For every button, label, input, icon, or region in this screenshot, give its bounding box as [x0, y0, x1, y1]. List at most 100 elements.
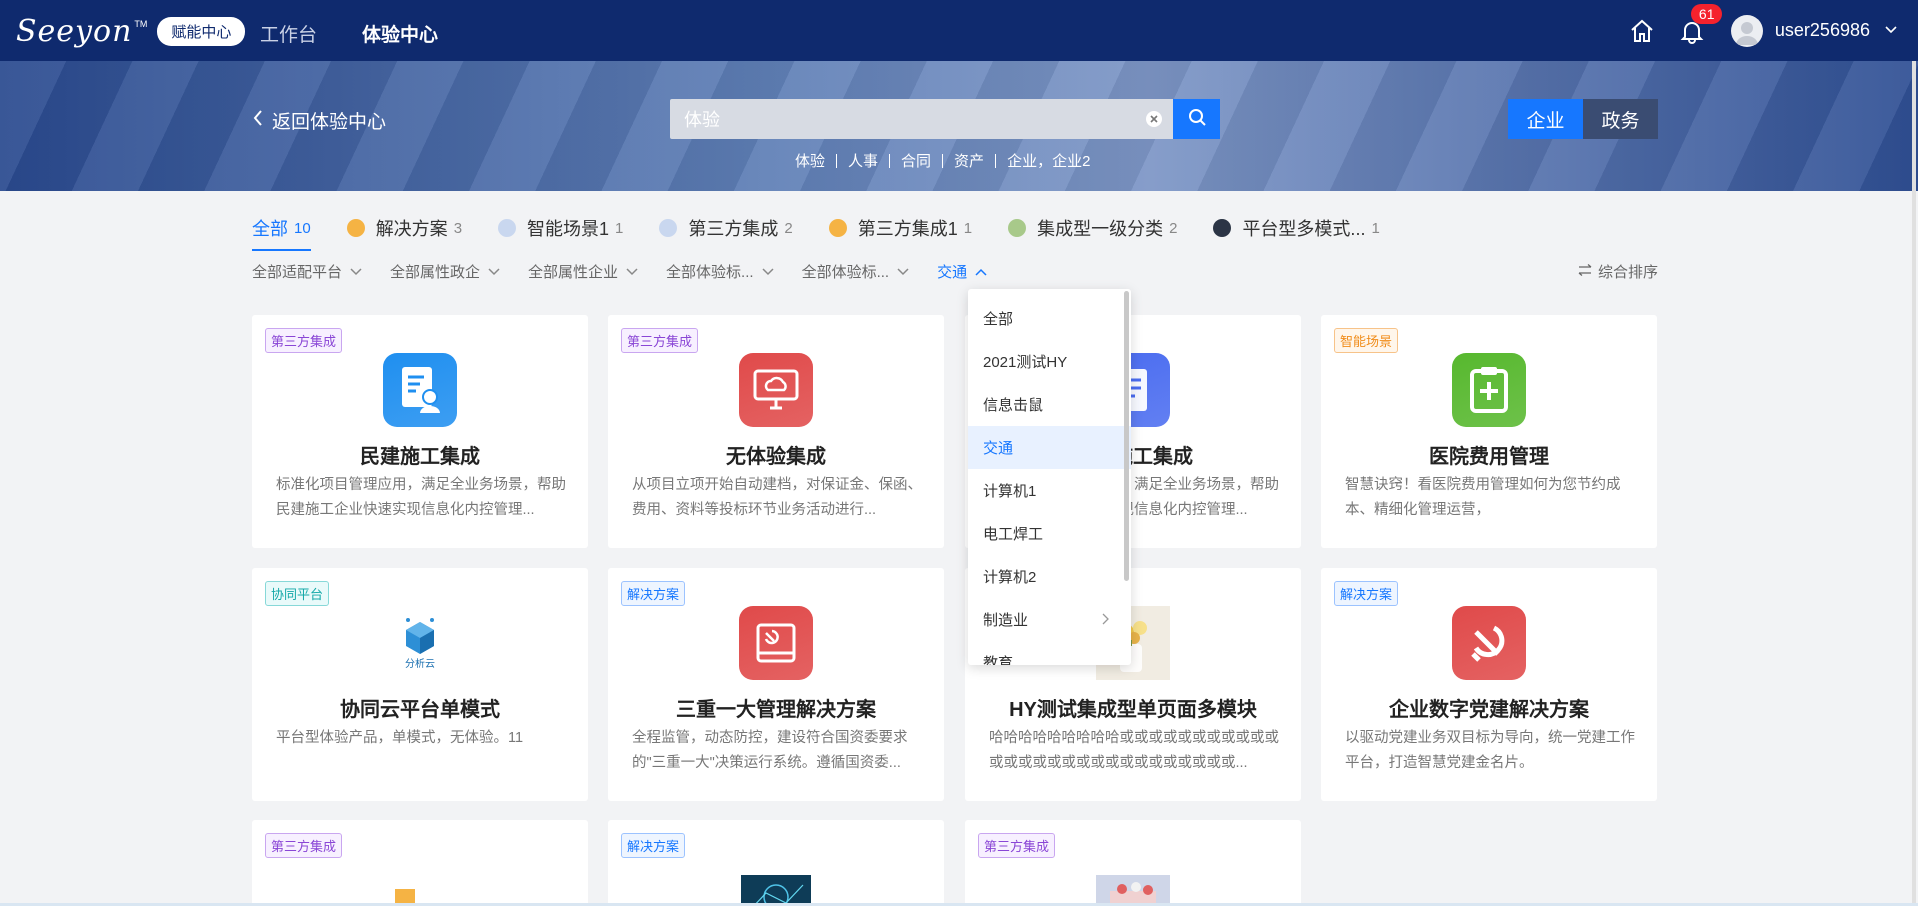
dropdown-option[interactable]: 信息击鼠	[968, 383, 1131, 426]
filter-dropdown[interactable]: 全部属性企业	[528, 261, 638, 282]
cloud-monitor-icon	[739, 353, 813, 427]
hot-tag[interactable]: 人事	[848, 150, 878, 171]
card-category-tag: 协同平台	[265, 581, 330, 606]
category-tab[interactable]: 第三方集成1 1	[828, 215, 972, 241]
chevron-down-icon	[488, 263, 500, 280]
hot-tag[interactable]: 企业，企业2	[1007, 150, 1090, 171]
dropdown-option[interactable]: 计算机1	[968, 469, 1131, 512]
filter-dropdown[interactable]: 全部属性政企	[390, 261, 500, 282]
back-link-label: 返回体验中心	[272, 112, 387, 133]
category-tab-count: 1	[1371, 219, 1380, 237]
card-category-tag: 解决方案	[621, 833, 686, 858]
svg-text:分析云: 分析云	[405, 657, 435, 670]
hot-tag[interactable]: 资产	[954, 150, 984, 171]
sort-icon	[1578, 263, 1592, 280]
experience-card[interactable]: 第三方集成民建施工集成标准化项目管理应用，满足全业务场景，帮助民建施工企业快速实…	[252, 315, 588, 548]
filter-label: 全部适配平台	[252, 264, 343, 281]
experience-card[interactable]: 第三方集成	[252, 820, 588, 906]
user-avatar[interactable]	[1730, 14, 1763, 47]
dropdown-option[interactable]: 教育	[968, 641, 1131, 665]
category-tab-icon	[498, 219, 517, 237]
dropdown-option-label: 教育	[983, 655, 1014, 665]
dropdown-option-label: 交通	[983, 440, 1014, 457]
category-tab[interactable]: 智能场景1 1	[498, 215, 623, 241]
tag-separator	[942, 153, 944, 168]
experience-card[interactable]: 第三方集成	[965, 820, 1301, 906]
experience-card[interactable]: 解决方案	[608, 820, 944, 906]
card-title: 三重一大管理解决方案	[676, 699, 876, 721]
chevron-down-icon	[350, 263, 362, 280]
dropdown-option[interactable]: 计算机2	[968, 555, 1131, 598]
search-button[interactable]	[1173, 99, 1220, 139]
experience-card[interactable]: 解决方案三重一大管理解决方案全程监管，动态防控，建设符合国资委要求的"三重一大"…	[608, 568, 944, 801]
category-tab[interactable]: 第三方集成 2	[659, 215, 793, 241]
cake-photo-icon	[1096, 858, 1170, 906]
filter-dropdown[interactable]: 交通	[937, 261, 987, 282]
experience-card[interactable]: 解决方案 企业数字党建解决方案 以驱动党建业务双目标为导向，统一党建工作平台，打造智…	[1321, 568, 1657, 801]
category-tab[interactable]: 全部 10	[252, 215, 311, 251]
top-navigation-bar: Seeyon TM 赋能中心 工作台 体验中心 61 user256986	[0, 0, 1918, 61]
filter-label: 全部体验标...	[801, 264, 890, 281]
segment-government[interactable]: 政务	[1583, 99, 1658, 139]
segment-enterprise[interactable]: 企业	[1508, 99, 1583, 139]
network-photo-icon	[739, 858, 813, 906]
experience-card[interactable]: 智能场景 医院费用管理 智慧诀窍！看医院费用管理如何为您节约成本、精细化管理运营，	[1321, 315, 1657, 548]
filter-dropdown[interactable]: 全部体验标...	[802, 261, 910, 282]
logo-text: Seeyon	[16, 13, 133, 49]
filter-label: 全部体验标...	[666, 264, 754, 281]
card-category-tag: 解决方案	[621, 581, 686, 606]
search-input[interactable]: 体验	[670, 99, 1173, 139]
experience-card[interactable]: 第三方集成 无体验集成 从项目立项开始自动建档，对保证金、保函、费用、资料等投标环节…	[608, 315, 944, 548]
filter-label: 交通	[937, 264, 968, 281]
card-category-tag: 第三方集成	[265, 328, 343, 353]
filter-bar: 全部适配平台 全部属性政企 全部属性企业 全部体验标... 全部体验标... 交通	[252, 261, 1015, 282]
username[interactable]: user256986	[1775, 20, 1870, 41]
card-title: 协同云平台单模式	[340, 699, 500, 721]
search-input-value: 体验	[684, 110, 720, 130]
notification-bell-icon[interactable]: 61	[1675, 3, 1723, 48]
dropdown-option-label: 计算机1	[983, 483, 1037, 500]
dropdown-option[interactable]: 制造业	[968, 598, 1131, 641]
hot-tag[interactable]: 合同	[901, 150, 931, 171]
tag-separator	[836, 153, 838, 168]
back-link[interactable]: 返回体验中心	[252, 107, 386, 134]
chevron-down-icon	[762, 263, 774, 280]
card-description: 全程监管，动态防控，建设符合国资委要求的"三重一大"决策运行系统。遵循国资委..…	[632, 730, 908, 771]
category-tab[interactable]: 平台型多模式... 1	[1213, 215, 1380, 241]
seeyon-logo[interactable]: Seeyon TM 赋能中心	[16, 13, 246, 49]
logo-trademark: TM	[134, 19, 148, 29]
chevron-down-icon	[897, 263, 909, 280]
tag-separator	[889, 153, 891, 168]
card-description: 哈哈哈哈哈哈哈哈哈或或或或或或或或或或或或或或或或或或或或或或或或或或或或...	[989, 730, 1279, 771]
card-description: 以驱动党建业务双目标为导向，统一党建工作平台，打造智慧党建金名片。	[1345, 730, 1635, 771]
sort-button[interactable]: 综合排序	[1578, 261, 1658, 282]
chevron-left-icon	[252, 109, 264, 133]
dropdown-option[interactable]: 2021测试HY	[968, 340, 1131, 383]
sort-label: 综合排序	[1598, 264, 1659, 281]
dropdown-option[interactable]: 电工焊工	[968, 512, 1131, 555]
search-banner: 返回体验中心 体验 体验 人事 合同 资产 企业，企业2 企业 政务	[0, 61, 1918, 191]
page-scrollbar[interactable]	[1912, 61, 1916, 903]
category-tab[interactable]: 解决方案 3	[346, 215, 463, 241]
clear-search-icon[interactable]	[1145, 110, 1163, 128]
filter-dropdown[interactable]: 全部适配平台	[252, 261, 362, 282]
category-tab-count: 3	[453, 219, 463, 237]
dropdown-option[interactable]: 全部	[968, 297, 1131, 340]
filter-label: 全部属性政企	[390, 264, 481, 281]
dropdown-option[interactable]: 交通	[968, 426, 1131, 469]
nav-experience-center[interactable]: 体验中心	[362, 20, 438, 47]
experience-card[interactable]: 协同平台 分析云 协同云平台单模式 平台型体验产品，单模式，无体验。11	[252, 568, 588, 801]
notification-count-badge: 61	[1690, 3, 1723, 24]
card-category-tag: 解决方案	[1334, 581, 1399, 606]
filter-dropdown[interactable]: 全部体验标...	[666, 261, 774, 282]
user-menu-chevron-icon[interactable]	[1884, 22, 1898, 40]
nav-workbench[interactable]: 工作台	[260, 20, 317, 47]
category-tab[interactable]: 集成型一级分类 2	[1008, 215, 1177, 241]
hot-tag[interactable]: 体验	[795, 150, 825, 171]
tag-separator	[995, 153, 997, 168]
home-icon[interactable]	[1625, 14, 1659, 48]
card-title: 民建施工集成	[360, 446, 480, 468]
chevron-right-icon	[1101, 612, 1109, 629]
category-tab-count: 2	[1169, 219, 1178, 237]
dropdown-scrollbar[interactable]	[1124, 291, 1129, 581]
